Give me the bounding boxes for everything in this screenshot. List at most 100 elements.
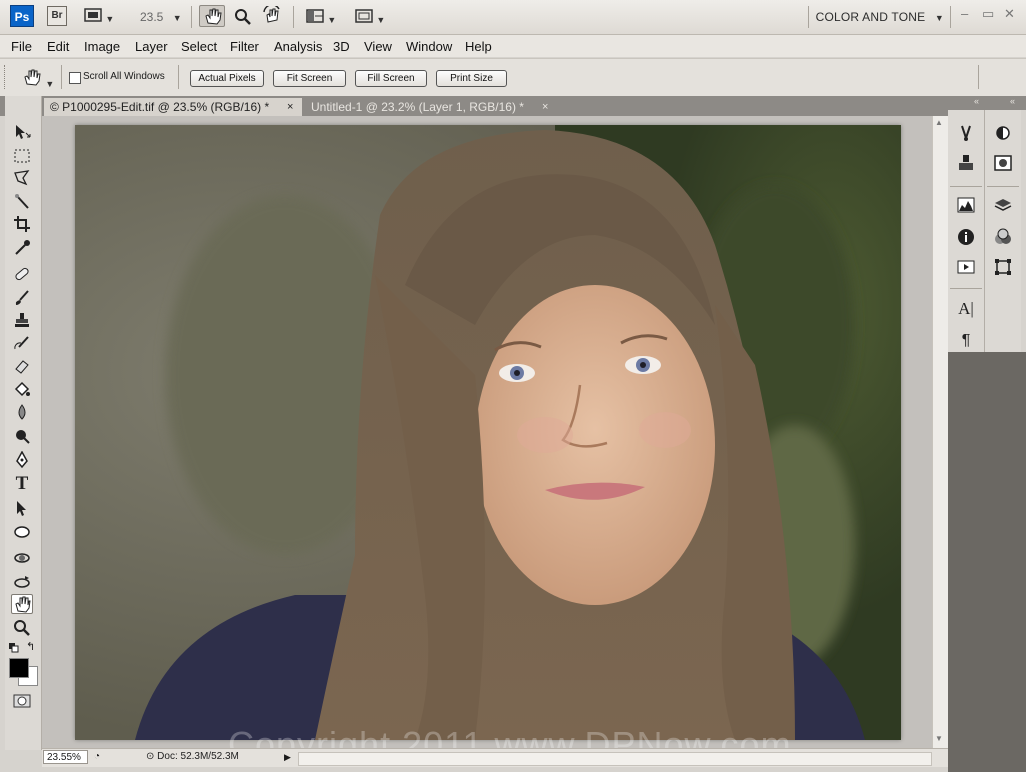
scroll-down-icon[interactable]: ▼ [935, 734, 943, 743]
adjustments-icon [996, 126, 1010, 140]
menu-filter[interactable]: Filter [230, 39, 259, 54]
menu-layer[interactable]: Layer [135, 39, 168, 54]
print-size-button[interactable]: Print Size [436, 70, 507, 87]
channels-panel-button[interactable] [992, 226, 1014, 248]
vertical-scrollbar[interactable]: ▲ ▼ [932, 116, 949, 748]
scroll-all-windows-label: Scroll All Windows [83, 71, 165, 82]
paths-panel-button[interactable] [992, 256, 1014, 278]
hand-tool-button[interactable] [199, 5, 225, 27]
close-tab-icon[interactable]: × [542, 98, 548, 116]
tool-preset-picker[interactable]: ▼ [20, 67, 54, 90]
divider [293, 6, 294, 28]
path-selection-tool[interactable] [11, 498, 33, 518]
launch-bridge-button[interactable]: Br [47, 6, 67, 26]
histogram-panel-button[interactable] [955, 194, 977, 216]
maximize-button[interactable]: ▭ [982, 6, 994, 22]
quick-select-icon [15, 194, 29, 209]
foreground-color-swatch[interactable] [9, 658, 29, 678]
actions-panel-button[interactable] [955, 256, 977, 278]
menu-select[interactable]: Select [181, 39, 217, 54]
zoom-tool-button[interactable] [233, 7, 253, 30]
horizontal-scrollbar[interactable] [298, 752, 932, 766]
tab-untitled-1[interactable]: Untitled-1 @ 23.2% (Layer 1, RGB/16) * × [305, 98, 558, 116]
zoom-level-value: 23.5 [140, 10, 164, 24]
type-tool[interactable]: T [11, 473, 33, 494]
scroll-up-icon[interactable]: ▲ [935, 118, 943, 127]
collapse-dock-icon[interactable]: « [974, 96, 979, 106]
menu-3d[interactable]: 3D [333, 39, 350, 54]
menu-window[interactable]: Window [406, 39, 452, 54]
marquee-tool[interactable] [11, 146, 33, 166]
default-colors-button[interactable] [9, 642, 19, 656]
arrange-documents-button[interactable]: ▼ [306, 9, 336, 26]
scroll-all-windows-checkbox[interactable] [69, 72, 81, 84]
swap-colors-button[interactable]: ↰ [26, 640, 35, 653]
menu-edit[interactable]: Edit [47, 39, 69, 54]
close-window-button[interactable]: ✕ [1004, 6, 1015, 22]
clone-source-panel-button[interactable] [955, 152, 977, 174]
screen-mode-button[interactable]: ▼ [355, 9, 385, 26]
clone-source-icon [959, 155, 973, 170]
status-menu-arrow[interactable]: ▶ [284, 752, 291, 763]
status-options-icon[interactable]: ◔ [94, 751, 100, 762]
3d-orbit-tool[interactable] [11, 572, 33, 592]
menu-image[interactable]: Image [84, 39, 120, 54]
brush-tool[interactable] [11, 288, 33, 308]
ellipse-tool[interactable] [11, 522, 33, 542]
brushes-panel-button[interactable] [955, 122, 977, 144]
pen-tool[interactable] [11, 450, 33, 470]
hand-icon [24, 69, 41, 86]
menu-help[interactable]: Help [465, 39, 492, 54]
adjustments-panel-button[interactable] [992, 122, 1014, 144]
actual-pixels-button[interactable]: Actual Pixels [190, 70, 264, 87]
photoshop-logo: Ps [10, 5, 34, 27]
move-tool[interactable] [11, 122, 33, 142]
portrait-image [75, 125, 901, 740]
marquee-icon [14, 149, 30, 163]
menu-file[interactable]: File [11, 39, 32, 54]
zoom-field[interactable]: 23.55% [43, 750, 88, 764]
3d-rotate-tool[interactable] [11, 548, 33, 568]
3d-orbit-icon [14, 576, 30, 588]
fill-screen-button[interactable]: Fill Screen [355, 70, 427, 87]
healing-brush-tool[interactable] [11, 264, 33, 284]
quick-mask-button[interactable] [13, 694, 31, 711]
collapse-dock-icon[interactable]: « [1010, 96, 1015, 106]
document-size-info: ⊙ Doc: 52.3M/52.3M [146, 751, 239, 762]
paragraph-panel-button[interactable]: ¶ [955, 330, 977, 352]
close-tab-icon[interactable]: × [287, 98, 293, 116]
photo-canvas[interactable] [75, 125, 901, 740]
character-panel-button[interactable]: A| [955, 298, 977, 320]
rotate-view-button[interactable] [262, 4, 282, 29]
move-icon [16, 125, 31, 139]
zoom-tool[interactable] [11, 618, 33, 638]
zoom-level-dropdown[interactable]: 23.5 ▼ [140, 10, 182, 24]
options-grip[interactable] [4, 65, 7, 89]
actions-icon [957, 260, 975, 274]
paint-bucket-tool[interactable] [11, 380, 33, 400]
clone-stamp-tool[interactable] [11, 310, 33, 330]
menu-analysis[interactable]: Analysis [274, 39, 322, 54]
minimize-button[interactable]: – [961, 6, 968, 21]
document-window [42, 116, 932, 748]
fit-screen-button[interactable]: Fit Screen [273, 70, 346, 87]
view-extras-button[interactable]: ▼ [84, 8, 114, 25]
eraser-tool[interactable] [11, 356, 33, 376]
hand-tool[interactable] [11, 594, 33, 614]
layers-panel-button[interactable] [992, 194, 1014, 216]
quick-select-tool[interactable] [11, 192, 33, 212]
blur-tool[interactable] [11, 402, 33, 422]
workspace-switcher[interactable]: COLOR AND TONE ▼ [816, 10, 944, 24]
masks-panel-button[interactable] [992, 152, 1014, 174]
history-brush-tool[interactable] [11, 334, 33, 354]
menu-view[interactable]: View [364, 39, 392, 54]
crop-tool[interactable] [11, 214, 33, 234]
divider [950, 288, 982, 289]
lasso-tool[interactable] [11, 168, 33, 188]
info-panel-button[interactable] [955, 226, 977, 248]
tab-p1000295-edit[interactable]: © P1000295-Edit.tif @ 23.5% (RGB/16) * × [44, 98, 302, 116]
dodge-tool[interactable] [11, 426, 33, 446]
eyedropper-tool[interactable] [11, 238, 33, 258]
workspace-name: COLOR AND TONE [815, 10, 926, 24]
crop-icon [14, 216, 30, 232]
